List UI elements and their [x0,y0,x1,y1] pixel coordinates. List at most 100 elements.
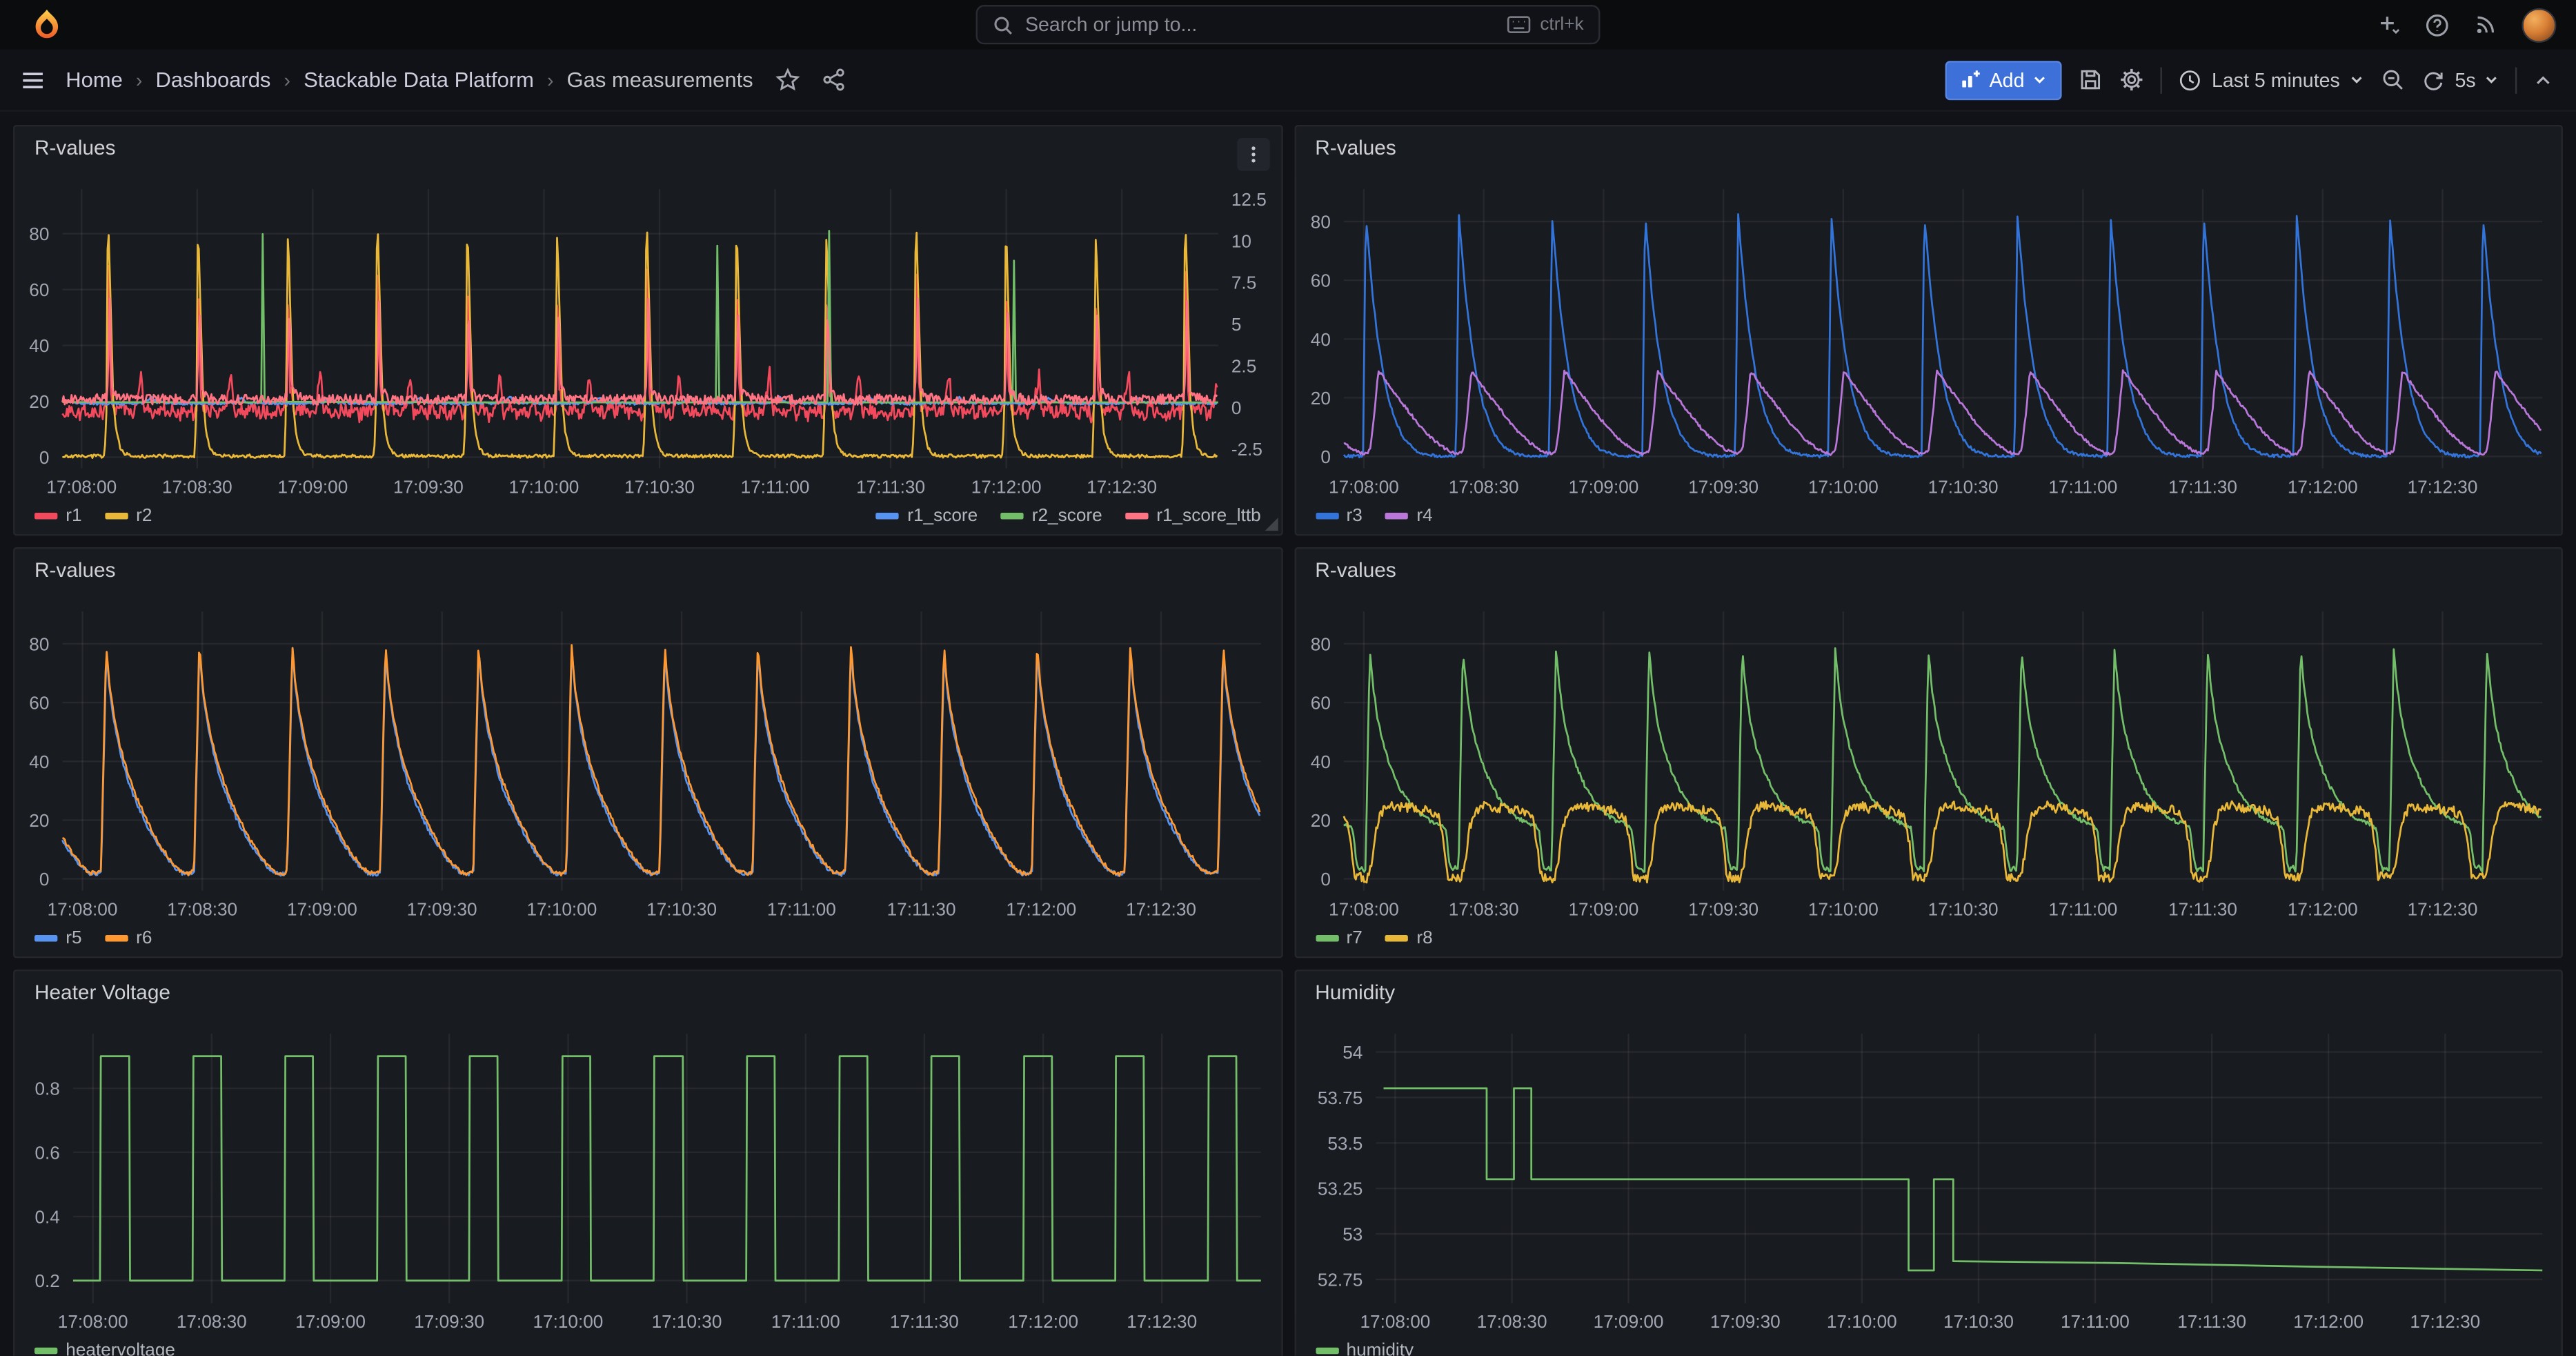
legend-item-r2[interactable]: r2 [105,506,152,526]
svg-text:17:09:00: 17:09:00 [287,898,357,919]
legend-swatch [34,1348,57,1355]
svg-text:12.5: 12.5 [1231,189,1267,210]
breadcrumb-separator: › [547,68,554,91]
svg-text:17:12:00: 17:12:00 [971,476,1042,497]
refresh-controls: 5s [2422,68,2499,91]
svg-text:17:12:30: 17:12:30 [1087,476,1157,497]
chart-canvas[interactable]: 02040608017:08:0017:08:3017:09:0017:09:3… [14,591,1280,927]
svg-text:7.5: 7.5 [1231,273,1256,293]
svg-text:17:10:30: 17:10:30 [624,476,695,497]
panel-title[interactable]: Heater Voltage [14,971,1280,1014]
legend-item-r1_score_lttb[interactable]: r1_score_lttb [1125,506,1261,526]
svg-text:17:08:00: 17:08:00 [1328,898,1398,919]
legend-item-r3[interactable]: r3 [1315,506,1363,526]
user-avatar[interactable] [2521,8,2556,42]
svg-text:40: 40 [29,335,49,356]
legend-item-humidity[interactable]: humidity [1315,1341,1414,1355]
svg-text:17:10:00: 17:10:00 [1826,1311,1896,1332]
svg-text:60: 60 [29,693,49,714]
gear-icon [2120,68,2145,92]
svg-text:60: 60 [1310,271,1330,291]
svg-text:17:10:00: 17:10:00 [533,1311,604,1332]
panel-title[interactable]: Humidity [1296,971,2562,1014]
news-button[interactable] [2474,13,2497,36]
kebab-icon [1243,145,1263,165]
svg-text:60: 60 [29,279,49,300]
dashboard-settings-button[interactable] [2120,68,2145,92]
add-button[interactable]: Add [1945,60,2062,99]
panel-legend: r7 r8 [1296,927,2562,956]
time-range-picker[interactable]: Last 5 minutes [2179,68,2364,91]
legend-item-r8[interactable]: r8 [1385,928,1433,948]
rss-icon [2474,13,2497,36]
legend-item-r4[interactable]: r4 [1385,506,1433,526]
chart-canvas[interactable]: 0.20.40.60.817:08:0017:08:3017:09:0017:0… [14,1014,1280,1339]
panel-title[interactable]: R-values [14,126,1280,169]
svg-text:80: 80 [1310,211,1330,232]
svg-text:17:08:30: 17:08:30 [1448,476,1518,497]
search-input[interactable]: Search or jump to... ctrl+k [976,5,1601,44]
panel-resize-handle[interactable] [1264,518,1277,531]
svg-text:17:10:30: 17:10:30 [1943,1311,2013,1332]
svg-text:53: 53 [1342,1224,1362,1245]
save-dashboard-button[interactable] [2079,68,2103,92]
legend-swatch [34,513,57,520]
legend-item-r1[interactable]: r1 [34,506,82,526]
collapse-controls-button[interactable] [2533,70,2553,90]
panel-menu-button[interactable] [1236,138,1269,171]
grafana-logo-icon[interactable] [30,7,64,43]
breadcrumb-dashboards[interactable]: Dashboards [155,68,270,92]
add-panel-icon [1960,69,1981,90]
panel-title[interactable]: R-values [1296,126,2562,169]
refresh-button[interactable] [2422,68,2445,91]
panel-title[interactable]: R-values [1296,549,2562,591]
svg-text:17:10:00: 17:10:00 [509,476,579,497]
chart-canvas[interactable]: 02040608017:08:0017:08:3017:09:0017:09:3… [1296,591,2562,927]
svg-text:17:11:00: 17:11:00 [741,476,810,497]
mega-menu-button[interactable] [20,66,46,92]
panel-title[interactable]: R-values [14,549,1280,591]
share-button[interactable] [822,68,847,92]
svg-text:17:12:30: 17:12:30 [1127,1311,1197,1332]
panel-r-values-4: R-values 02040608017:08:0017:08:3017:09:… [1294,547,2563,958]
legend-item-r6[interactable]: r6 [105,928,152,948]
svg-text:-2.5: -2.5 [1231,439,1262,460]
breadcrumb-separator: › [284,68,290,91]
chart-canvas[interactable]: 02040608017:08:0017:08:3017:09:0017:09:3… [1296,169,2562,504]
zoom-out-button[interactable] [2381,68,2406,92]
svg-text:17:11:00: 17:11:00 [2060,1311,2129,1332]
breadcrumb-folder[interactable]: Stackable Data Platform [304,68,534,92]
svg-text:17:11:00: 17:11:00 [767,898,836,919]
caret-up-icon [2533,70,2553,90]
legend-item-r5[interactable]: r5 [34,928,82,948]
legend-item-r1_score[interactable]: r1_score [876,506,978,526]
new-menu-button[interactable] [2377,13,2400,36]
svg-text:80: 80 [29,633,49,654]
legend-item-heatervoltage[interactable]: heatervoltage [34,1341,175,1355]
legend-item-r2_score[interactable]: r2_score [1001,506,1102,526]
chart-canvas[interactable]: 52.755353.2553.553.755417:08:0017:08:301… [1296,1014,2562,1339]
legend-swatch [876,513,899,520]
svg-text:52.75: 52.75 [1317,1270,1362,1290]
help-button[interactable] [2425,12,2450,37]
svg-text:40: 40 [1310,751,1330,772]
refresh-interval-select[interactable]: 5s [2455,68,2499,91]
chevron-down-icon [2350,72,2364,87]
legend-item-r7[interactable]: r7 [1315,928,1363,948]
panel-legend: heatervoltage [14,1339,1280,1356]
star-icon [776,68,801,92]
svg-text:17:09:30: 17:09:30 [414,1311,484,1332]
panel-humidity: Humidity 52.755353.2553.553.755417:08:00… [1294,970,2563,1356]
svg-text:17:09:30: 17:09:30 [1710,1311,1780,1332]
svg-text:0: 0 [39,869,50,890]
breadcrumb-separator: › [136,68,143,91]
svg-text:17:08:30: 17:08:30 [177,1311,247,1332]
favorite-button[interactable] [776,68,801,92]
svg-text:5: 5 [1231,314,1242,335]
breadcrumb-home[interactable]: Home [66,68,123,92]
svg-text:17:08:30: 17:08:30 [162,476,232,497]
chart-canvas[interactable]: 020406080-2.502.557.51012.517:08:0017:08… [14,169,1280,504]
svg-text:40: 40 [1310,329,1330,350]
svg-text:17:09:00: 17:09:00 [1567,898,1638,919]
panel-r-values-3: R-values 02040608017:08:0017:08:3017:09:… [13,547,1282,958]
